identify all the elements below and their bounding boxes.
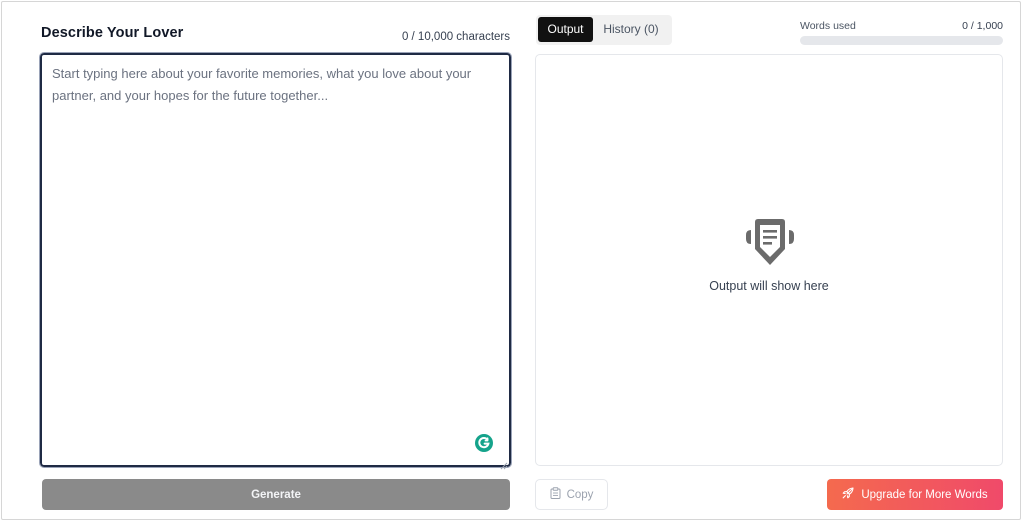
words-progress-bar: [800, 36, 1003, 45]
tab-output[interactable]: Output: [538, 17, 593, 42]
upgrade-label: Upgrade for More Words: [861, 488, 988, 501]
resize-grip-icon[interactable]: [500, 457, 508, 470]
output-tabs: Output History (0): [536, 15, 672, 45]
words-used-value: 0 / 1,000: [962, 20, 1003, 32]
output-panel: Output will show here: [535, 54, 1003, 466]
character-count: 0 / 10,000 characters: [401, 31, 510, 43]
copy-button[interactable]: Copy: [535, 479, 608, 510]
clipboard-icon: [550, 487, 561, 502]
words-used-label: Words used: [800, 20, 856, 32]
empty-output-icon: [736, 217, 804, 273]
grammarly-icon[interactable]: [474, 433, 494, 453]
generate-button[interactable]: Generate: [42, 479, 510, 510]
upgrade-button[interactable]: Upgrade for More Words: [827, 479, 1003, 510]
copy-label: Copy: [566, 488, 594, 501]
tab-history[interactable]: History (0): [596, 17, 666, 42]
description-textarea[interactable]: [39, 52, 512, 468]
page-title: Describe Your Lover: [41, 25, 184, 41]
output-placeholder-text: Output will show here: [709, 279, 829, 293]
rocket-icon: [842, 487, 854, 502]
